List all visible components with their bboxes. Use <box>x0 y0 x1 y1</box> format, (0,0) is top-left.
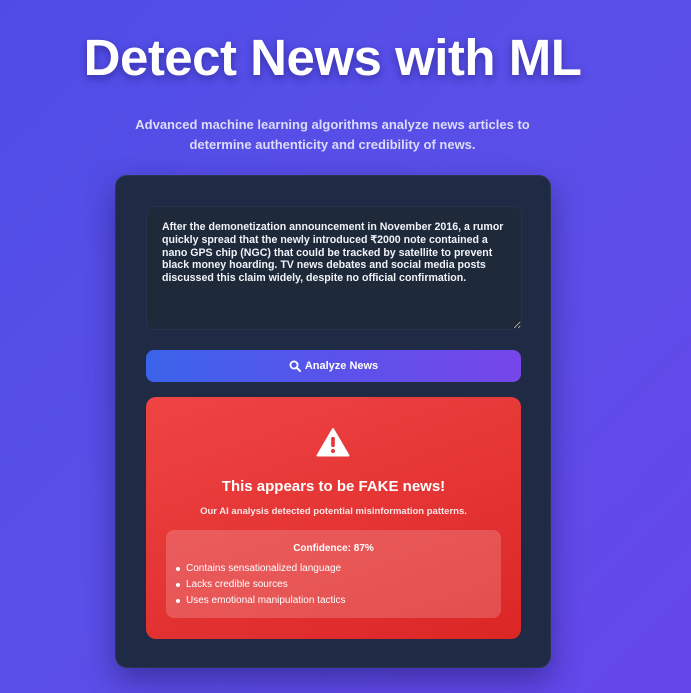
news-text-input[interactable] <box>146 206 522 330</box>
result-title: This appears to be FAKE news! <box>221 478 446 495</box>
confidence-text: Confidence: 87% <box>293 543 374 554</box>
analyzer-card: Analyze News This appears to be FAKE new… <box>115 175 551 668</box>
analyze-news-label: Analyze News <box>304 360 379 372</box>
search-icon <box>289 360 301 372</box>
reason-item: Contains sensationalized language <box>176 562 346 578</box>
page-title: Detect News with ML <box>83 29 582 86</box>
warning-icon <box>316 427 350 457</box>
result-description: Our AI analysis detected potential misin… <box>200 506 467 517</box>
reason-item: Lacks credible sources <box>176 578 346 594</box>
reasons-list: Contains sensationalized language Lacks … <box>176 562 346 610</box>
confidence-details: Confidence: 87% Contains sensationalized… <box>166 530 501 618</box>
page-subtitle: Advanced machine learning algorithms ana… <box>135 117 530 152</box>
reason-item: Uses emotional manipulation tactics <box>176 594 346 610</box>
analyze-news-button[interactable]: Analyze News <box>146 350 521 382</box>
result-panel: This appears to be FAKE news! Our AI ana… <box>146 397 521 639</box>
